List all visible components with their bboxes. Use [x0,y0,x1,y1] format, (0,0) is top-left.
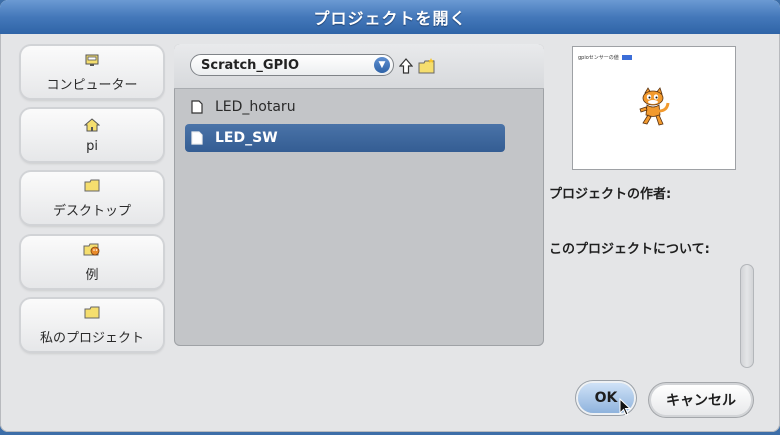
computer-icon [84,52,100,68]
dialog-title: プロジェクトを開く [0,0,780,34]
location-label: 私のプロジェクト [39,330,144,346]
location-label: コンピューター [46,77,138,93]
location-pi-button[interactable]: pi [21,109,163,161]
thumbnail-variable-monitor: gpioセンサーの値 [578,53,632,61]
folder-icon [84,305,100,321]
file-name: LED_hotaru [215,99,296,115]
location-desktop-button[interactable]: デスクトップ [21,172,163,224]
location-my-projects-button[interactable]: 私のプロジェクト [21,299,163,351]
location-label: デスクトップ [52,203,131,219]
file-item-led-hotaru[interactable]: LED_hotaru [185,93,505,121]
document-icon [191,100,203,114]
location-label: pi [86,138,98,154]
location-label: 例 [85,267,99,283]
project-thumbnail: gpioセンサーの値 [572,46,736,170]
location-computer-button[interactable]: コンピューター [21,46,163,98]
new-folder-icon[interactable] [418,58,436,74]
file-browser-panel: Scratch_GPIO ▼ LED_hotaru LED_SW [174,44,544,346]
project-author-label: プロジェクトの作者: [549,187,672,202]
up-folder-icon[interactable] [399,58,413,74]
cancel-button[interactable]: キャンセル [651,385,751,415]
folder-icon [84,178,100,194]
scratch-cat-sprite [639,87,670,126]
file-name: LED_SW [215,130,278,146]
examples-icon [83,242,101,258]
dropdown-arrow-icon[interactable]: ▼ [374,57,390,73]
project-notes-label: このプロジェクトについて: [549,242,710,257]
location-examples-button[interactable]: 例 [21,236,163,288]
notes-scrollbar[interactable] [740,264,754,368]
mouse-cursor-icon [619,398,632,416]
open-project-dialog: プロジェクトを開く コンピューター pi デスクトップ 例 私のプロジェクト S… [0,0,780,432]
path-dropdown[interactable]: Scratch_GPIO ▼ [190,54,394,76]
file-item-led-sw[interactable]: LED_SW [185,124,505,152]
document-icon [191,131,203,145]
home-icon [84,117,100,133]
path-dropdown-value: Scratch_GPIO [201,57,300,73]
file-browser-header: Scratch_GPIO ▼ [174,44,544,89]
